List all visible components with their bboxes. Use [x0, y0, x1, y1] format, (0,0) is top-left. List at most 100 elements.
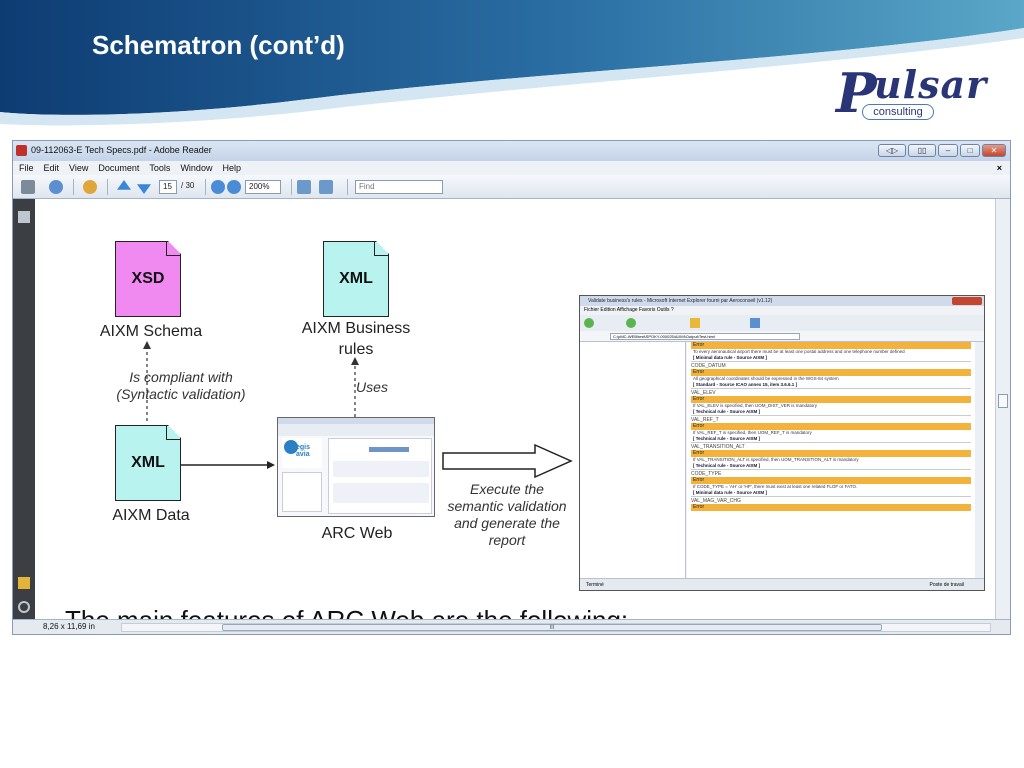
media-icon	[750, 318, 760, 328]
execute-text-4: report	[488, 532, 526, 548]
full-screen-icon[interactable]	[319, 180, 333, 194]
rule-block: VAL_ELEV Error If VAL_ELEV is specified,…	[691, 388, 971, 415]
rule-block: VAL_REF_T Error If VAL_REF_T is specifie…	[691, 415, 971, 442]
menu-document[interactable]: Document	[98, 161, 139, 175]
execute-text-1: Execute the	[470, 481, 544, 497]
rule-error: Error	[691, 504, 971, 511]
horizontal-scrollbar[interactable]: III	[121, 623, 991, 632]
xml-data-document-icon: XML	[115, 424, 182, 501]
data-arrowhead	[267, 461, 275, 469]
close-button[interactable]: ✕	[982, 144, 1006, 157]
rule-name: VAL_MAG_VAR_CHG	[691, 496, 971, 504]
report-status: Terminé Poste de travail	[580, 578, 984, 590]
menu-view[interactable]: View	[69, 161, 88, 175]
mini-block	[333, 483, 429, 503]
egis-logo-text: egis avia	[296, 444, 311, 458]
print-icon[interactable]	[21, 180, 35, 194]
report-toolbar	[580, 315, 984, 331]
xsd-caption: AIXM Schema	[99, 323, 203, 340]
toolbar-separator	[73, 179, 74, 195]
compliant-text-2: (Syntactic validation)	[116, 386, 246, 402]
rule-name: VAL_REF_T	[691, 415, 971, 423]
xml-rules-label: XML	[339, 270, 373, 287]
fit-page-icon[interactable]	[297, 180, 311, 194]
rule-block: CODE_TYPE Error If CODE_TYPE = 'AH' or '…	[691, 469, 971, 496]
toolbar-separator	[347, 179, 348, 195]
report-window-title: Validate business's rules - Microsoft In…	[580, 296, 984, 306]
xml-rules-caption-1: AIXM Business	[301, 320, 411, 337]
page-number-input[interactable]: 15	[159, 180, 177, 194]
comments-icon[interactable]	[18, 577, 30, 589]
report-scrollbar	[975, 342, 984, 578]
slide: Schematron (cont’d) P ulsar consulting 0…	[0, 0, 1024, 768]
pulsar-logo: P ulsar consulting	[828, 62, 1008, 128]
zoom-in-icon[interactable]	[227, 180, 241, 194]
report-address: C:\pMC-WEB\test\SPOKY-000025\AIXM\Output…	[610, 333, 800, 340]
toolbar-separator	[291, 179, 292, 195]
pages-icon[interactable]	[18, 211, 30, 223]
rule-block: VAL_MAG_VAR_CHG Error	[691, 496, 971, 511]
execute-text-3: and generate the	[454, 515, 560, 531]
rule-error: Error	[691, 423, 971, 430]
document-close-icon[interactable]: ×	[997, 161, 1002, 175]
report-status-left: Terminé	[586, 582, 604, 588]
mini-field	[369, 447, 409, 452]
horizontal-scroll-thumb[interactable]: III	[222, 624, 882, 631]
mini-content	[328, 438, 432, 514]
nav-back-icon[interactable]: ◁▷	[878, 144, 906, 157]
toolbar-separator	[107, 179, 108, 195]
minimize-button[interactable]: –	[938, 144, 958, 157]
rule-error: Error	[691, 450, 971, 457]
mini-sidebar: egis avia	[282, 438, 322, 468]
menu-edit[interactable]: Edit	[44, 161, 60, 175]
forward-icon	[626, 318, 636, 328]
nav-forward-icon[interactable]: ▯▯	[908, 144, 936, 157]
rule-block: VAL_TRANSITION_ALT Error If VAL_TRANSITI…	[691, 442, 971, 469]
xml-data-label: XML	[131, 454, 165, 471]
xsd-label: XSD	[131, 270, 165, 287]
menu-file[interactable]: File	[19, 161, 34, 175]
menu-window[interactable]: Window	[180, 161, 212, 175]
xml-rules-caption-2: rules	[338, 341, 374, 358]
mini-toolbar	[278, 424, 434, 436]
xml-rules-document-icon: XML	[323, 240, 390, 317]
execute-text-2: semantic validation	[447, 498, 567, 514]
rule-error: Error	[691, 396, 971, 403]
zoom-out-icon[interactable]	[211, 180, 225, 194]
mini-nav	[282, 472, 322, 512]
logo-text: ulsar	[874, 62, 988, 107]
rule-block: CODE_DATUM Error All geographical coordi…	[691, 361, 971, 388]
window-title: 09-112063-E Tech Specs.pdf - Adobe Reade…	[31, 145, 212, 155]
vertical-scrollbar[interactable]	[995, 199, 1010, 619]
maximize-button[interactable]: □	[960, 144, 980, 157]
rule-name: CODE_TYPE	[691, 469, 971, 477]
menu-tools[interactable]: Tools	[149, 161, 170, 175]
menu-help[interactable]: Help	[222, 161, 241, 175]
rule-error: Error	[691, 342, 971, 349]
mini-block	[333, 461, 429, 477]
window-titlebar: 09-112063-E Tech Specs.pdf - Adobe Reade…	[13, 141, 1010, 161]
rule-name: CODE_DATUM	[691, 361, 971, 369]
arc-web-screenshot: egis avia	[277, 417, 435, 517]
hand-tool-icon[interactable]	[83, 180, 97, 194]
collaborate-icon[interactable]	[49, 180, 63, 194]
report-left-pane	[580, 342, 686, 578]
attachments-icon[interactable]	[18, 601, 30, 613]
page-fold	[166, 425, 181, 440]
report-address-bar: C:\pMC-WEB\test\SPOKY-000025\AIXM\Output…	[580, 331, 984, 342]
toolbar-separator	[205, 179, 206, 195]
vertical-scroll-thumb[interactable]	[998, 394, 1008, 408]
find-input[interactable]: Find	[355, 180, 443, 194]
compliant-text-1: Is compliant with	[129, 369, 233, 385]
report-status-right: Poste de travail	[929, 582, 964, 588]
zoom-select[interactable]: 200%	[245, 180, 281, 194]
next-page-icon[interactable]	[137, 184, 151, 194]
page-fold	[374, 241, 389, 256]
rule-error: Error	[691, 477, 971, 484]
arc-web-caption: ARC Web	[321, 525, 393, 542]
xml-data-caption: AIXM Data	[112, 507, 190, 524]
page-fold	[166, 241, 181, 256]
previous-page-icon[interactable]	[117, 180, 131, 190]
rule-name: VAL_TRANSITION_ALT	[691, 442, 971, 450]
favorites-icon	[690, 318, 700, 328]
